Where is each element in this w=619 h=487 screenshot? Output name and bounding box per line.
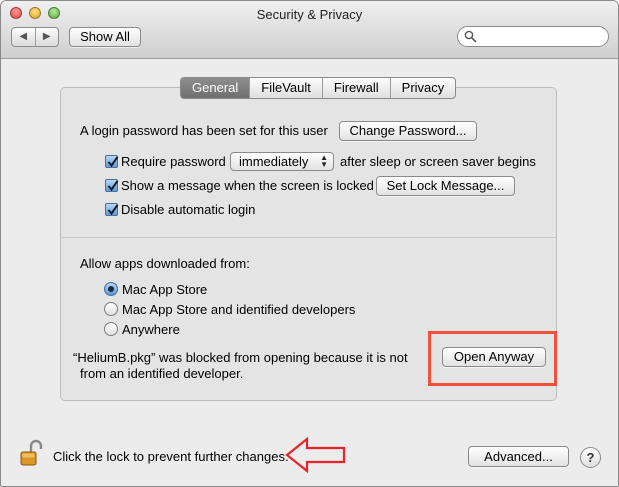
section-divider (60, 237, 557, 238)
tab-privacy[interactable]: Privacy (389, 78, 456, 98)
forward-button[interactable]: ▶ (34, 28, 59, 46)
blocked-message-line2: from an identified developer. (80, 366, 244, 381)
tab-filevault[interactable]: FileVault (249, 78, 322, 98)
password-status-text: A login password has been set for this u… (80, 123, 328, 138)
back-forward-control: ◀ ▶ (11, 27, 59, 47)
tab-bar: General FileVault Firewall Privacy (180, 77, 457, 99)
highlight-box (428, 331, 557, 386)
show-message-label: Show a message when the screen is locked (121, 178, 374, 193)
disable-automatic-login-label: Disable automatic login (121, 202, 256, 217)
radio-anywhere[interactable] (104, 322, 118, 336)
set-lock-message-button[interactable]: Set Lock Message... (376, 176, 515, 196)
title-bar: Security & Privacy ◀ ▶ Show All (1, 1, 618, 59)
search-input[interactable] (457, 26, 609, 47)
select-value: immediately (239, 154, 309, 169)
tab-firewall[interactable]: Firewall (321, 78, 390, 98)
back-button[interactable]: ◀ (12, 28, 35, 46)
help-button[interactable]: ? (580, 447, 601, 468)
advanced-button[interactable]: Advanced... (468, 446, 569, 467)
preferences-window: Security & Privacy ◀ ▶ Show All General … (0, 0, 619, 487)
require-password-suffix: after sleep or screen saver begins (340, 154, 536, 169)
show-message-checkbox[interactable] (105, 179, 119, 192)
search-icon (464, 30, 477, 43)
radio-identified-developers[interactable] (104, 302, 118, 316)
radio-identified-developers-label: Mac App Store and identified developers (122, 302, 356, 317)
radio-anywhere-label: Anywhere (122, 322, 180, 337)
tab-general[interactable]: General (181, 78, 250, 98)
radio-mac-app-store-label: Mac App Store (122, 282, 208, 297)
require-password-label: Require password (121, 154, 226, 169)
checkmark-icon (107, 156, 119, 168)
change-password-button[interactable]: Change Password... (339, 121, 477, 141)
up-down-arrows-icon: ▲ ▼ (320, 153, 328, 169)
disable-automatic-login-checkbox[interactable] (105, 203, 119, 216)
checkmark-icon (107, 180, 119, 192)
radio-mac-app-store[interactable] (104, 282, 118, 296)
require-password-checkbox[interactable] (105, 155, 119, 168)
lock-instruction-text: Click the lock to prevent further change… (53, 449, 289, 464)
red-arrow-annotation (285, 436, 347, 474)
blocked-message-line1: “HeliumB.pkg” was blocked from opening b… (73, 350, 408, 365)
window-title: Security & Privacy (256, 7, 363, 22)
checkmark-icon (107, 204, 119, 216)
unlocked-padlock-icon[interactable] (19, 439, 45, 467)
allow-apps-heading: Allow apps downloaded from: (80, 256, 250, 271)
show-all-button[interactable]: Show All (69, 27, 141, 47)
require-password-delay-select[interactable]: immediately ▲ ▼ (230, 152, 334, 171)
